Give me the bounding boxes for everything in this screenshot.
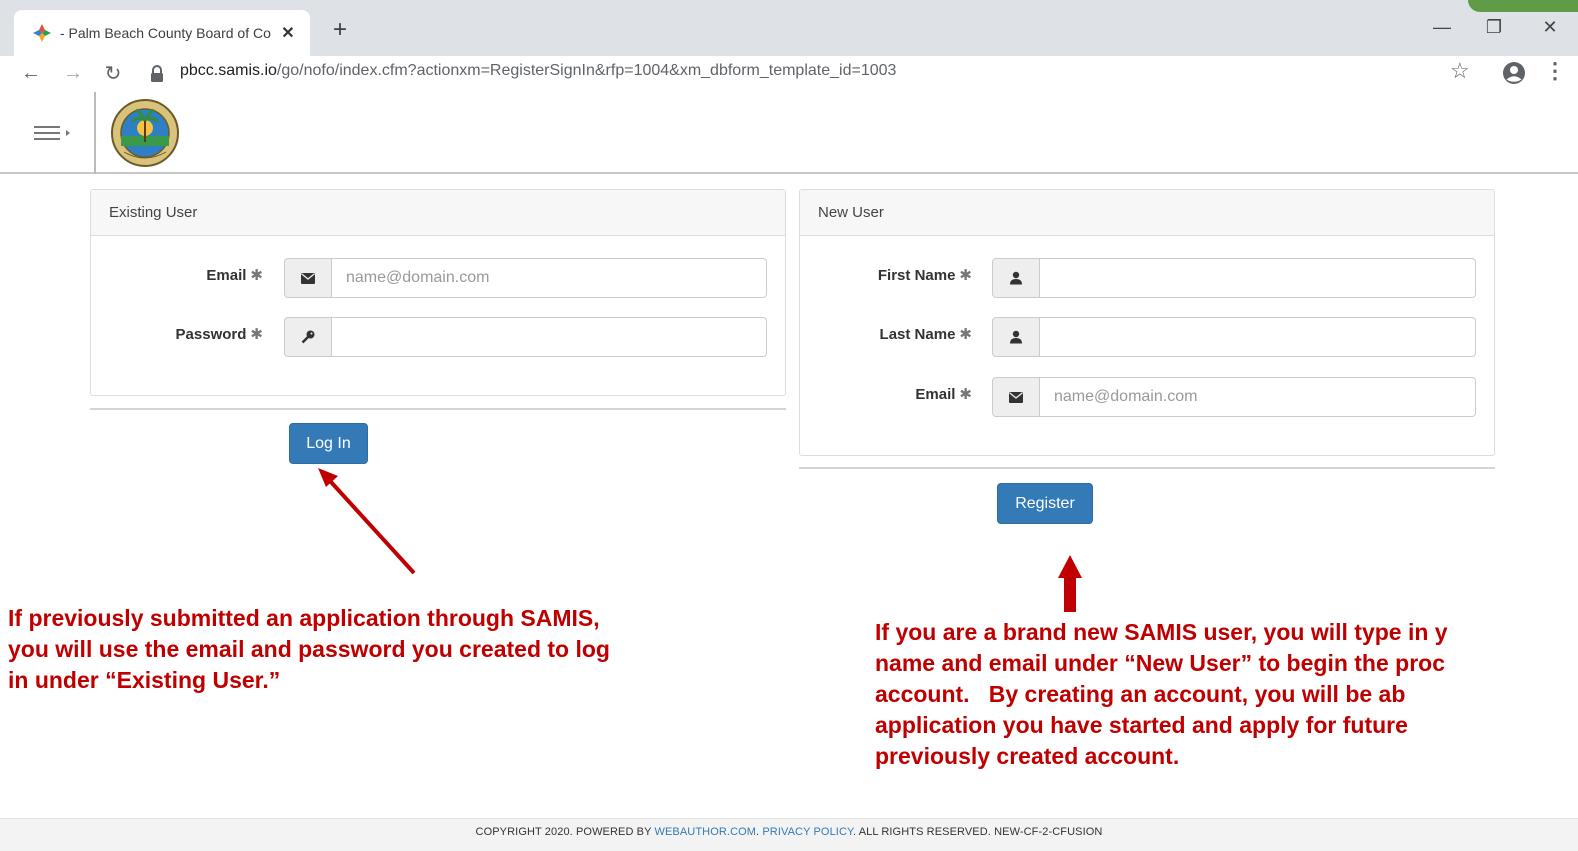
existing-email-label-text: Email	[206, 267, 247, 284]
user-icon	[992, 317, 1040, 357]
new-tab-button[interactable]: +	[326, 16, 354, 44]
corner-decoration	[1468, 0, 1578, 12]
user-icon	[992, 258, 1040, 298]
existing-password-row: Password ✱	[91, 317, 785, 357]
browser-tab-strip: - Palm Beach County Board of Co ✕ + — ❐ …	[0, 0, 1578, 56]
existing-email-row: Email ✱	[91, 258, 785, 298]
header-divider	[94, 92, 96, 174]
existing-password-label: Password ✱	[176, 325, 263, 343]
back-icon[interactable]: ←	[16, 58, 46, 88]
address-bar[interactable]: pbcc.samis.io/go/nofo/index.cfm?actionxm…	[180, 62, 896, 80]
footer-rights: . ALL RIGHTS RESERVED. NEW-CF-2-CFUSION	[853, 826, 1103, 838]
required-asterisk: ✱	[250, 267, 263, 284]
minimize-icon[interactable]: —	[1422, 12, 1462, 42]
last-name-label-text: Last Name	[879, 326, 956, 343]
window-close-icon[interactable]: ✕	[1530, 12, 1570, 42]
browser-menu-icon[interactable]: ⋮	[1544, 58, 1566, 84]
last-name-input[interactable]	[1040, 317, 1476, 357]
new-email-label-text: Email	[915, 386, 956, 403]
last-name-row: Last Name ✱	[800, 317, 1494, 357]
last-name-label: Last Name ✱	[880, 325, 972, 343]
login-arrow-icon	[318, 468, 416, 575]
site-header	[0, 92, 1578, 174]
browser-tab[interactable]: - Palm Beach County Board of Co ✕	[14, 10, 310, 56]
footer-copyright: COPYRIGHT 2020. POWERED BY	[475, 826, 655, 838]
key-icon	[284, 317, 332, 357]
bookmark-star-icon[interactable]: ☆	[1450, 58, 1470, 84]
existing-user-panel: Existing User Email✱ Password✱	[90, 189, 786, 396]
page-footer: COPYRIGHT 2020. POWERED BY WEBAUTHOR.COM…	[0, 818, 1578, 851]
envelope-icon	[284, 258, 332, 298]
forward-icon[interactable]: →	[58, 58, 88, 88]
register-arrow-icon	[1058, 555, 1082, 612]
county-seal-logo[interactable]	[110, 98, 180, 168]
url-path: /go/nofo/index.cfm?actionxm=RegisterSign…	[276, 62, 897, 79]
existing-password-input[interactable]	[332, 317, 767, 357]
existing-email-label: Email ✱	[206, 266, 263, 284]
privacy-policy-link[interactable]: PRIVACY POLICY	[762, 826, 853, 838]
new-user-separator	[799, 467, 1495, 469]
envelope-icon	[992, 377, 1040, 417]
lock-icon	[150, 65, 166, 83]
screen: - Palm Beach County Board of Co ✕ + — ❐ …	[0, 0, 1578, 851]
first-name-label: First Name ✱	[878, 266, 972, 284]
new-user-annotation: If you are a brand new SAMIS user, you w…	[875, 619, 1448, 769]
log-in-button[interactable]: Log In	[289, 423, 368, 464]
profile-icon[interactable]	[1502, 61, 1526, 85]
required-asterisk: ✱	[959, 386, 972, 403]
url-host: pbcc.samis.io	[180, 62, 277, 79]
tab-title: - Palm Beach County Board of Co	[60, 25, 271, 41]
existing-user-annotation: If previously submitted an application t…	[8, 605, 610, 693]
new-email-row: Email ✱	[800, 377, 1494, 417]
new-user-heading: New User	[800, 190, 1494, 236]
hamburger-menu-icon[interactable]	[30, 118, 80, 148]
required-asterisk: ✱	[250, 326, 263, 343]
first-name-row: First Name ✱	[800, 258, 1494, 298]
first-name-label-text: First Name	[877, 267, 956, 284]
restore-icon[interactable]: ❐	[1474, 12, 1514, 42]
first-name-input[interactable]	[1040, 258, 1476, 298]
existing-user-separator	[90, 408, 786, 410]
required-asterisk: ✱	[959, 267, 972, 284]
new-email-label: Email ✱	[915, 385, 972, 403]
existing-user-heading: Existing User	[91, 190, 785, 236]
browser-toolbar: ← → ↻ pbcc.samis.io/go/nofo/index.cfm?ac…	[0, 56, 1578, 92]
existing-password-label-text: Password	[175, 326, 247, 343]
favicon-icon	[32, 23, 52, 43]
existing-email-input[interactable]	[332, 258, 767, 298]
required-asterisk: ✱	[959, 326, 972, 343]
new-user-panel: New User First Name ✱ Last Name ✱ Email ✱	[799, 189, 1495, 456]
new-email-input[interactable]	[1040, 377, 1476, 417]
register-button[interactable]: Register	[997, 483, 1093, 524]
tab-close-icon[interactable]: ✕	[278, 23, 298, 43]
reload-icon[interactable]: ↻	[98, 58, 128, 88]
webauthor-link[interactable]: WEBAUTHOR.COM	[655, 826, 757, 838]
